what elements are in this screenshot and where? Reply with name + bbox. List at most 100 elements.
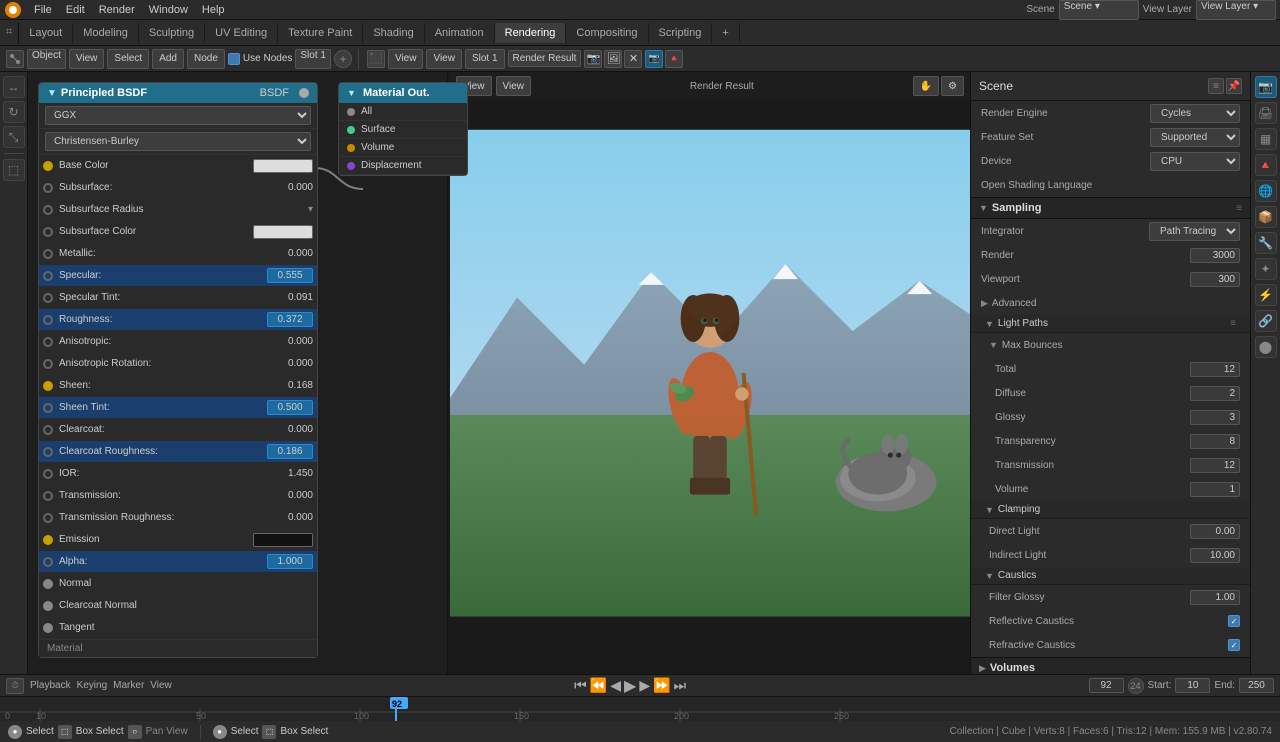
principled-bsdf-node[interactable]: ▼ Principled BSDF BSDF GGX Christensen-B…	[38, 82, 318, 658]
timeline-ruler[interactable]: 0 10 50 100 92 150 200 250	[0, 697, 1280, 721]
next-keyframe-btn[interactable]: ▶	[639, 677, 650, 694]
specular-tint-value[interactable]: 0.091	[273, 292, 313, 303]
direct-light-input[interactable]	[1190, 524, 1240, 539]
render-viewport[interactable]: View View Render Result ✋ ⚙	[450, 72, 970, 674]
view-layer-properties-tab[interactable]: ▦	[1255, 128, 1277, 150]
view-button[interactable]: View	[69, 49, 105, 69]
output-properties-tab[interactable]: 🖨	[1255, 102, 1277, 124]
properties-render-icon[interactable]: 📷	[645, 50, 663, 68]
base-color-swatch[interactable]	[253, 159, 313, 173]
fps-button[interactable]: 24	[1128, 678, 1144, 694]
jump-to-start-btn[interactable]: ⏮	[574, 677, 587, 694]
feature-set-dropdown[interactable]: Supported	[1150, 128, 1240, 147]
tab-compositing[interactable]: Compositing	[566, 23, 648, 43]
integrator-dropdown[interactable]: Path Tracing	[1149, 222, 1240, 241]
tab-plus[interactable]: +	[712, 23, 739, 43]
prev-keyframe-btn[interactable]: ◀	[610, 677, 621, 694]
sheen-tint-value-input[interactable]: 0.500	[267, 400, 313, 415]
marker-menu[interactable]: Marker	[113, 680, 144, 691]
tab-layout[interactable]: Layout	[19, 23, 73, 43]
current-frame-display[interactable]: 92	[1089, 678, 1124, 693]
tangent-socket[interactable]	[43, 623, 53, 633]
light-paths-section[interactable]: ▼ Light Paths ≡	[971, 315, 1250, 333]
tab-modeling[interactable]: Modeling	[73, 23, 139, 43]
physics-properties-tab[interactable]: ⚡	[1255, 284, 1277, 306]
advanced-row[interactable]: ▶ Advanced	[971, 291, 1250, 315]
glossy-input[interactable]	[1190, 410, 1240, 425]
alpha-socket[interactable]	[43, 557, 53, 567]
play-btn[interactable]: ▶	[624, 676, 636, 696]
tab-rendering[interactable]: Rendering	[495, 23, 567, 43]
volume-bounces-input[interactable]	[1190, 482, 1240, 497]
prev-frame-btn[interactable]: ⏪	[590, 677, 607, 694]
transmission-roughness-value[interactable]: 0.000	[273, 512, 313, 523]
transmission-value[interactable]: 0.000	[273, 490, 313, 501]
tab-animation[interactable]: Animation	[425, 23, 495, 43]
viewport-view-button[interactable]: View	[388, 49, 424, 69]
roughness-socket[interactable]	[43, 315, 53, 325]
normal-socket[interactable]	[43, 579, 53, 589]
metallic-socket[interactable]	[43, 249, 53, 259]
editor-type-button[interactable]: ⌗	[0, 22, 19, 43]
node-collapse-icon[interactable]: ▼	[47, 88, 57, 99]
device-dropdown[interactable]: CPU	[1150, 152, 1240, 171]
left-icon-1[interactable]: ↔	[3, 76, 25, 98]
start-frame-input[interactable]	[1175, 678, 1210, 693]
ior-socket[interactable]	[43, 469, 53, 479]
render-engine-dropdown[interactable]: Cycles	[1150, 104, 1240, 123]
render-result-button[interactable]: Render Result	[508, 50, 582, 67]
node-editor[interactable]: ▼ Principled BSDF BSDF GGX Christensen-B…	[28, 72, 448, 674]
anisotropic-socket[interactable]	[43, 337, 53, 347]
volumes-section[interactable]: ▶ Volumes	[971, 657, 1250, 674]
ior-value[interactable]: 1.450	[273, 468, 313, 479]
subsurface-value[interactable]: 0.000	[273, 182, 313, 193]
viewport-hand-btn[interactable]: ✋	[913, 76, 939, 96]
bsdf-output-socket[interactable]	[299, 88, 309, 98]
clearcoat-roughness-value-input[interactable]: 0.186	[267, 444, 313, 459]
filter-glossy-input[interactable]	[1190, 590, 1240, 605]
base-color-socket[interactable]	[43, 161, 53, 171]
subsurface-color-swatch[interactable]	[253, 225, 313, 239]
sampling-section-header[interactable]: ▼ Sampling ≡	[971, 197, 1250, 219]
render-menu[interactable]: Render	[93, 2, 141, 18]
world-properties-tab[interactable]: 🌐	[1255, 180, 1277, 202]
metallic-value[interactable]: 0.000	[273, 248, 313, 259]
modifier-properties-tab[interactable]: 🔧	[1255, 232, 1277, 254]
anisotropic-value[interactable]: 0.000	[273, 336, 313, 347]
clearcoat-normal-socket[interactable]	[43, 601, 53, 611]
tab-shading[interactable]: Shading	[363, 23, 424, 43]
particles-properties-tab[interactable]: ✦	[1255, 258, 1277, 280]
indirect-light-input[interactable]	[1190, 548, 1240, 563]
select-button[interactable]: Select	[107, 49, 149, 69]
viewport-samples-input[interactable]	[1190, 272, 1240, 287]
alpha-value-input[interactable]: 1.000	[267, 554, 313, 569]
transparency-input[interactable]	[1190, 434, 1240, 449]
keying-menu[interactable]: Keying	[77, 680, 108, 691]
next-frame-btn[interactable]: ⏩	[653, 677, 670, 694]
window-menu[interactable]: Window	[143, 2, 194, 18]
render-icon-x[interactable]: ✕	[624, 50, 642, 68]
transmission-roughness-socket[interactable]	[43, 513, 53, 523]
render-icon-2[interactable]: 🖼	[604, 50, 622, 68]
sheen-value[interactable]: 0.168	[273, 380, 313, 391]
tab-texture-paint[interactable]: Texture Paint	[278, 23, 363, 43]
rpanel-settings-icon[interactable]: ≡	[1208, 78, 1224, 94]
transmission-socket[interactable]	[43, 491, 53, 501]
sheen-socket[interactable]	[43, 381, 53, 391]
jump-to-end-btn[interactable]: ⏭	[674, 677, 687, 694]
total-input[interactable]	[1190, 362, 1240, 377]
viewport-slot-button[interactable]: Slot 1	[465, 49, 505, 69]
roughness-value-input[interactable]: 0.372	[267, 312, 313, 327]
tab-uv-editing[interactable]: UV Editing	[205, 23, 278, 43]
transmission-bounces-input[interactable]	[1190, 458, 1240, 473]
subsurface-socket[interactable]	[43, 183, 53, 193]
mode-dropdown[interactable]: Object	[27, 49, 66, 69]
anisotropic-rotation-socket[interactable]	[43, 359, 53, 369]
left-icon-3[interactable]: ⤡	[3, 126, 25, 148]
slot-dropdown[interactable]: Slot 1	[295, 49, 331, 69]
refractive-caustics-checkbox[interactable]: ✓	[1228, 639, 1240, 651]
material-output-node[interactable]: ▼ Material Out. All Surface Volume	[338, 82, 468, 176]
scene-dropdown[interactable]: Scene ▾	[1059, 0, 1139, 20]
emission-color-swatch[interactable]	[253, 533, 313, 547]
render-icon-1[interactable]: 📷	[584, 50, 602, 68]
